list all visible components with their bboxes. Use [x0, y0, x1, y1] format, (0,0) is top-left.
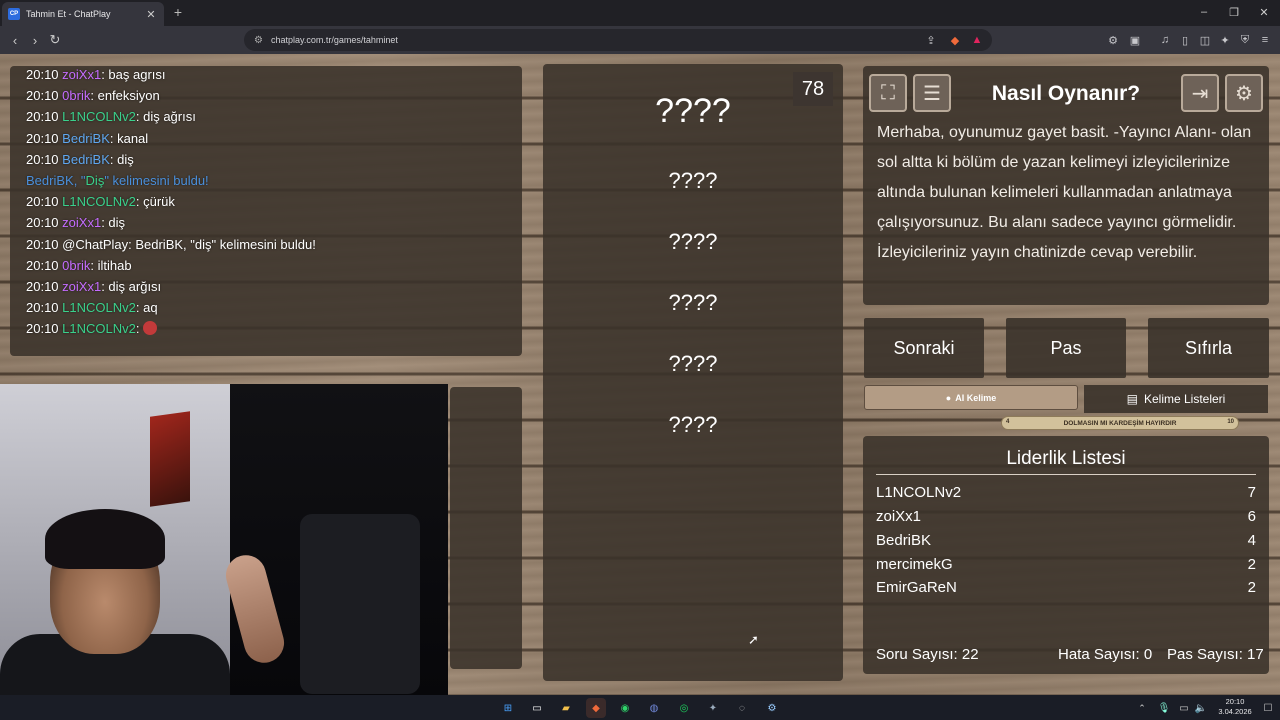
chat-line: 20:10 BedriBK: kanal	[26, 130, 149, 146]
leaderboard-row: L1NCOLNv2 7	[876, 484, 1256, 501]
chat-line: 20:10 L1NCOLNv2:	[26, 318, 316, 339]
chat-line: 20:10 L1NCOLNv2: çürük	[26, 194, 175, 210]
discord-icon[interactable]: ◍	[644, 698, 664, 718]
steam-icon[interactable]: ⚙	[762, 698, 782, 718]
leaderboard-divider	[876, 474, 1256, 475]
browser-tab-bar: CP Tahmin Et - ChatPlay ✕ + – ❐ ✕	[0, 0, 1280, 26]
webcam-overlay	[0, 384, 448, 695]
microphone-icon[interactable]: 🎙	[1154, 698, 1174, 718]
minimize-icon[interactable]: –	[1194, 4, 1214, 20]
taboo-word: ????	[668, 412, 718, 437]
question-count: Soru Sayısı: 22	[876, 646, 979, 663]
chat-line: 20:10 L1NCOLNv2: diş ağrısı	[26, 109, 196, 125]
notifications-icon[interactable]: ☐	[1258, 698, 1278, 718]
leaderboard-row: BedriBK 4	[876, 532, 1256, 549]
task-view-icon[interactable]: ▭	[527, 698, 547, 718]
brave-rewards-icon[interactable]: ▲	[968, 31, 986, 49]
obs-icon[interactable]: ◌	[732, 698, 752, 718]
file-explorer-icon[interactable]: ▰	[556, 698, 576, 718]
error-count: Hata Sayısı: 0	[1058, 646, 1153, 663]
next-button[interactable]: Sonraki	[864, 318, 984, 378]
chat-line: 20:10 0brik: enfeksiyon	[26, 88, 160, 104]
leaderboard-title: Liderlik Listesi	[1006, 448, 1126, 469]
chat-line: 20:10 BedriBK: diş	[26, 151, 134, 167]
leaderboard-row: zoiXx1 6	[876, 508, 1256, 525]
chat-log: 20:10 zoiXx1: baş agrısı 20:10 0brik: en…	[26, 64, 316, 340]
game-page: 20:10 zoiXx1: baş agrısı 20:10 0brik: en…	[0, 54, 1280, 695]
chat-line: 20:10 zoiXx1: diş arğısı	[26, 279, 162, 295]
chat-line: 20:10 0brik: iltihab	[26, 257, 132, 273]
word-lists-button[interactable]: ▤ Kelime Listeleri	[1084, 385, 1268, 413]
site-info-icon[interactable]: ⚙	[254, 35, 263, 46]
tab-title: Tahmin Et - ChatPlay	[26, 9, 111, 19]
chat-line: 20:10 @ChatPlay: BedriBK, "diş" kelimesi…	[26, 236, 316, 252]
word-card-panel: 78 ???? ???? ???? ???? ???? ????	[543, 64, 843, 681]
system-clock[interactable]: 20:10 3.04.2026	[1213, 697, 1257, 717]
how-to-play-panel: ⛶ ☰ ⇥ ⚙ Nasıl Oynanır? Merhaba, oyunumuz…	[863, 66, 1269, 305]
pass-button[interactable]: Pas	[1006, 318, 1126, 378]
wallet-icon[interactable]: ◫	[1196, 31, 1214, 49]
leaderboard-row: EmirGaReN 2	[876, 579, 1256, 596]
back-icon[interactable]: ‹	[6, 31, 24, 49]
start-windows-icon[interactable]: ⊞	[498, 698, 518, 718]
taboo-word: ????	[668, 168, 718, 193]
spotify-icon[interactable]: ◎	[674, 698, 694, 718]
chat-line: 20:10 L1NCOLNv2: aq	[26, 300, 158, 316]
reset-button[interactable]: Sıfırla	[1148, 318, 1269, 378]
robot-icon: ●	[945, 392, 952, 403]
how-to-play-text: Merhaba, oyunumuz gayet basit. -Yayıncı …	[877, 124, 1252, 261]
list-document-icon: ▤	[1126, 392, 1138, 406]
sidebar-icon[interactable]: ▯	[1176, 31, 1194, 49]
close-window-icon[interactable]: ✕	[1254, 4, 1274, 20]
close-tab-icon[interactable]: ✕	[144, 7, 158, 21]
taboo-word: ????	[668, 290, 718, 315]
leo-ai-icon[interactable]: ✦	[1216, 31, 1234, 49]
vpn-icon[interactable]: ⛨	[1236, 31, 1254, 49]
chat-line: 20:10 zoiXx1: baş agrısı	[26, 67, 166, 82]
browser-tab[interactable]: CP Tahmin Et - ChatPlay ✕	[2, 2, 164, 26]
screenshot-icon[interactable]: ▣	[1126, 31, 1144, 49]
restore-icon[interactable]: ❐	[1224, 4, 1244, 20]
media-icon[interactable]: ♫	[1156, 31, 1174, 49]
pass-count: Pas Sayısı: 17	[1167, 646, 1264, 663]
secret-word: ????	[655, 92, 731, 130]
taboo-word: ????	[668, 351, 718, 376]
extensions-icon[interactable]: ⚙	[1104, 31, 1122, 49]
volume-icon[interactable]: 🔈	[1191, 698, 1211, 718]
brave-shield-icon[interactable]: ◆	[946, 31, 964, 49]
word-found-notice: BedriBK, "Diş" kelimesini buldu!	[26, 173, 209, 189]
ai-word-button[interactable]: ● AI Kelime	[864, 385, 1078, 410]
windows-taskbar: ⊞ ▭ ▰ ◆ ◉ ◍ ◎ ✦ ◌ ⚙ ⌃ 🎙 ▭ 🔈 20:10 3.04.2…	[0, 695, 1280, 720]
new-tab-icon[interactable]: +	[170, 4, 186, 20]
mouse-cursor-icon: ➚	[748, 632, 759, 647]
word-progress-bar: 4 DOLMASIN MI KARDEŞİM HAYIRDIR 10	[1001, 416, 1239, 430]
leaderboard-panel: Liderlik Listesi L1NCOLNv2 7 zoiXx1 6 Bedr…	[863, 436, 1269, 674]
angry-emoji-icon	[143, 321, 158, 336]
app-icon[interactable]: ✦	[703, 698, 723, 718]
how-to-play-title: Nasıl Oynanır?	[991, 82, 1141, 105]
taboo-word: ????	[668, 229, 718, 254]
tray-overflow-icon[interactable]: ⌃	[1132, 698, 1152, 718]
forward-icon[interactable]: ›	[26, 31, 44, 49]
reload-icon[interactable]: ↻	[46, 31, 64, 49]
url-text: chatplay.com.tr/games/tahminet	[270, 35, 398, 45]
share-icon[interactable]: ⇪	[922, 31, 940, 49]
whatsapp-icon[interactable]: ◉	[615, 698, 635, 718]
streamer-area-panel	[450, 387, 522, 669]
chatplay-favicon-icon: CP	[8, 8, 20, 20]
chat-line: 20:10 zoiXx1: diş	[26, 215, 126, 231]
address-bar[interactable]: ⚙ chatplay.com.tr/games/tahminet	[244, 29, 992, 51]
brave-browser-icon[interactable]: ◆	[586, 698, 606, 718]
menu-icon[interactable]: ≡	[1256, 31, 1274, 49]
leaderboard-row: mercimekG 2	[876, 556, 1256, 573]
